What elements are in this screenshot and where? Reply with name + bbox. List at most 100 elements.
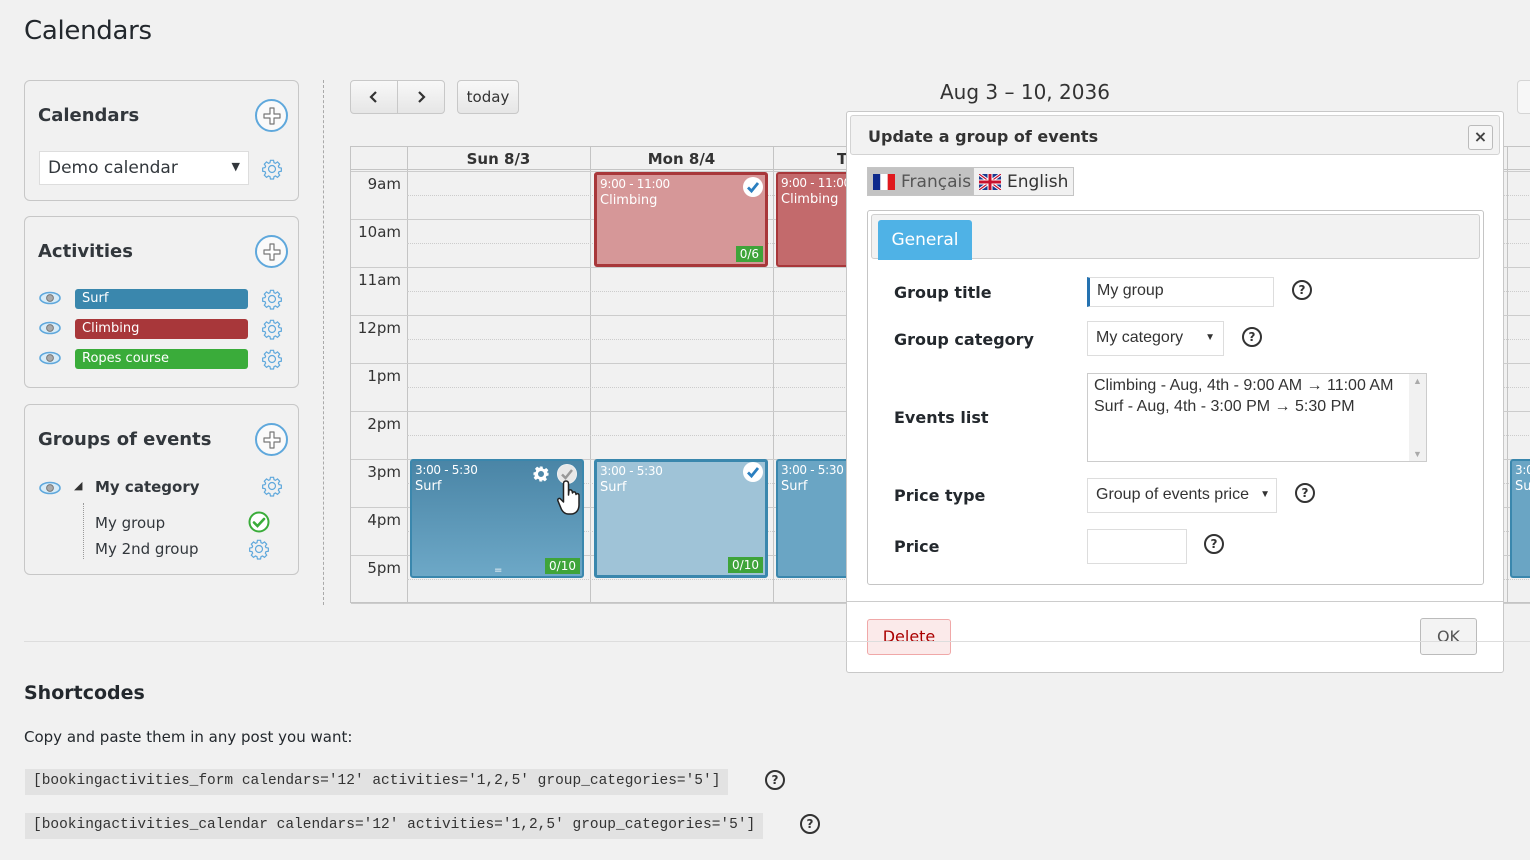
- hour-label: 12pm: [357, 319, 401, 337]
- calendar-settings-gear-icon[interactable]: [261, 158, 283, 180]
- help-icon[interactable]: ?: [765, 770, 785, 790]
- events-list-box[interactable]: Climbing - Aug, 4th - 9:00 AM → 11:00 AM…: [1087, 373, 1427, 462]
- add-activity-button[interactable]: [255, 235, 288, 268]
- price-type-select[interactable]: Group of events price ▼: [1087, 478, 1277, 513]
- tab-general[interactable]: General: [878, 220, 972, 260]
- events-list-item[interactable]: Climbing - Aug, 4th - 9:00 AM → 11:00 AM: [1094, 377, 1393, 395]
- dialog-titlebar[interactable]: Update a group of events ×: [850, 115, 1500, 155]
- collapse-triangle-icon[interactable]: ◢: [74, 479, 82, 492]
- group-category-select[interactable]: My category ▼: [1087, 321, 1224, 356]
- calendar-select[interactable]: Demo calendar ▼: [39, 151, 249, 185]
- plus-icon: [262, 242, 282, 262]
- gear-icon[interactable]: [248, 538, 270, 560]
- hour-label: 9am: [367, 175, 401, 193]
- day-header: Mon 8/4: [647, 150, 716, 168]
- help-icon[interactable]: ?: [800, 814, 820, 834]
- groups-panel: Groups of events ◢ My category My group …: [24, 404, 299, 575]
- dialog-tabs-panel: General Group title My group ? Group cat…: [867, 210, 1484, 585]
- event-time: 3:00: [1515, 463, 1530, 477]
- prev-week-button[interactable]: [351, 81, 397, 113]
- selected-check-icon[interactable]: [743, 177, 763, 197]
- activity-label[interactable]: Climbing: [75, 319, 248, 339]
- event-surf-sun[interactable]: 3:00 - 5:30 Surf = 0/10: [410, 459, 584, 578]
- language-label: Français: [901, 171, 972, 192]
- date-range-title: Aug 3 – 10, 2036: [940, 80, 1110, 104]
- eye-icon[interactable]: [39, 351, 61, 365]
- view-switch-button[interactable]: [1517, 80, 1530, 114]
- group-title-input[interactable]: My group: [1087, 277, 1274, 307]
- column-divider: [773, 147, 774, 602]
- selected-check-icon[interactable]: [743, 462, 763, 482]
- gear-icon[interactable]: [261, 348, 283, 370]
- scrollbar[interactable]: ▲ ▼: [1409, 374, 1426, 461]
- close-button[interactable]: ×: [1468, 125, 1493, 150]
- event-climbing-mon[interactable]: 9:00 - 11:00 Climbing 0/6: [594, 172, 768, 267]
- eye-icon[interactable]: [39, 291, 61, 305]
- group-item[interactable]: My 2nd group: [95, 540, 199, 558]
- event-title: Surf: [781, 479, 808, 494]
- add-group-button[interactable]: [255, 423, 288, 456]
- shortcodes-title: Shortcodes: [24, 682, 145, 704]
- eye-icon[interactable]: [39, 481, 61, 495]
- uk-flag-icon: [979, 173, 1001, 190]
- french-flag-icon: [873, 173, 895, 190]
- shortcodes-description: Copy and paste them in any post you want…: [24, 728, 353, 746]
- group-item[interactable]: My group: [95, 514, 165, 532]
- category-settings-gear-icon[interactable]: [261, 475, 283, 497]
- price-type-value: Group of events price: [1096, 486, 1249, 503]
- sidebar-divider: [323, 80, 324, 605]
- events-list-item[interactable]: Surf - Aug, 4th - 3:00 PM → 5:30 PM: [1094, 398, 1355, 416]
- event-surf-partial[interactable]: 3:00 Su: [1510, 459, 1530, 578]
- event-surf-tue[interactable]: 3:00 - 5:30 Surf: [776, 459, 856, 578]
- resize-handle[interactable]: =: [494, 565, 502, 576]
- help-icon[interactable]: ?: [1242, 327, 1262, 347]
- language-label: English: [1007, 171, 1069, 192]
- shortcode-calendar[interactable]: [bookingactivities_calendar calendars='1…: [25, 813, 764, 839]
- gear-icon[interactable]: [532, 465, 550, 483]
- help-icon[interactable]: ?: [1292, 280, 1312, 300]
- page-title: Calendars: [24, 16, 152, 46]
- gear-icon[interactable]: [261, 318, 283, 340]
- nav-button-group: [350, 80, 445, 114]
- next-week-button[interactable]: [397, 81, 444, 113]
- availability-badge: 0/10: [728, 557, 763, 573]
- scroll-up-icon[interactable]: ▲: [1413, 376, 1422, 386]
- hour-label: 2pm: [367, 415, 401, 433]
- activities-panel: Activities Surf Climbing Ropes course: [24, 216, 299, 388]
- events-list-label: Events list: [894, 408, 989, 427]
- ok-button[interactable]: OK: [1420, 618, 1477, 655]
- help-icon[interactable]: ?: [1204, 534, 1224, 554]
- event-title: Su: [1515, 479, 1530, 494]
- event-surf-mon[interactable]: 3:00 - 5:30 Surf 0/10: [594, 459, 768, 578]
- hour-label: 3pm: [367, 463, 401, 481]
- chevron-down-icon: ▼: [1260, 489, 1270, 500]
- help-icon[interactable]: ?: [1295, 483, 1315, 503]
- group-category-label[interactable]: My category: [95, 478, 200, 496]
- price-label: Price: [894, 537, 940, 556]
- delete-button[interactable]: Delete: [867, 619, 951, 655]
- day-header: Sun 8/3: [466, 150, 531, 168]
- today-button[interactable]: today: [457, 80, 519, 114]
- event-time: 3:00 - 5:30: [781, 463, 844, 477]
- gear-icon[interactable]: [261, 288, 283, 310]
- language-tab-french[interactable]: Français: [867, 167, 978, 196]
- shortcode-form[interactable]: [bookingactivities_form calendars='12' a…: [25, 769, 729, 795]
- group-category-value: My category: [1096, 329, 1184, 346]
- scroll-down-icon[interactable]: ▼: [1413, 449, 1422, 459]
- eye-icon[interactable]: [39, 321, 61, 335]
- dialog-title: Update a group of events: [868, 127, 1099, 146]
- update-group-dialog: Update a group of events × Français Engl…: [846, 111, 1504, 673]
- tab-strip: General: [871, 214, 1480, 260]
- activity-label[interactable]: Ropes course: [75, 349, 248, 369]
- availability-badge: 0/6: [735, 246, 763, 262]
- price-input[interactable]: [1087, 529, 1187, 564]
- hour-label: 4pm: [367, 511, 401, 529]
- group-title-label: Group title: [894, 283, 992, 302]
- event-time: 3:00 - 5:30: [600, 464, 663, 478]
- availability-badge: 0/10: [545, 558, 580, 574]
- hour-label: 10am: [358, 223, 401, 241]
- add-calendar-button[interactable]: [255, 99, 288, 132]
- activity-label[interactable]: Surf: [75, 289, 248, 309]
- event-climbing-tue[interactable]: 9:00 - 11:00 Climbing: [776, 172, 856, 267]
- language-tab-english[interactable]: English: [973, 167, 1075, 196]
